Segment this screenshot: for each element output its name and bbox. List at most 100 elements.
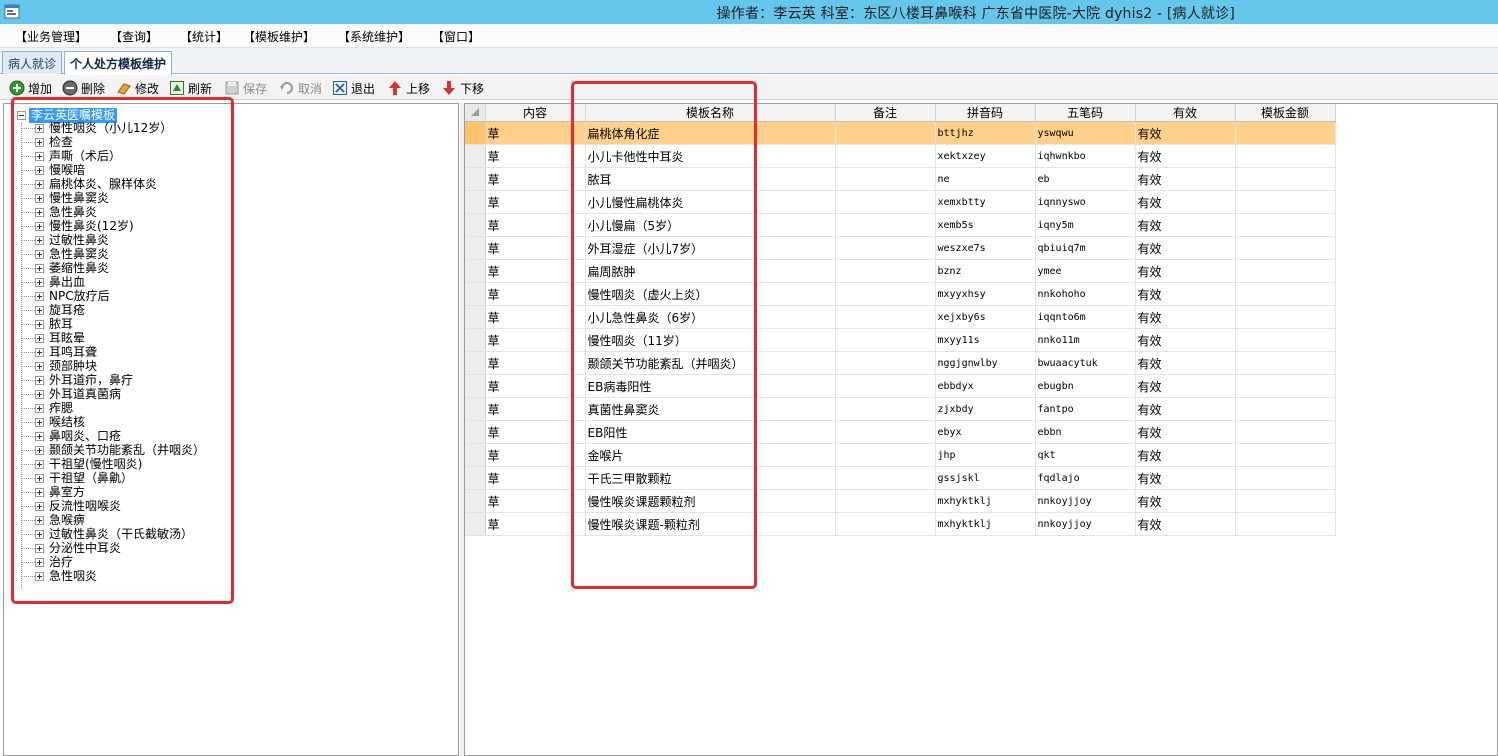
add-button[interactable]: 增加	[9, 79, 52, 97]
expand-icon[interactable]	[35, 375, 44, 385]
cell-content[interactable]: 草	[485, 443, 586, 467]
cell-wubi-code[interactable]: yswqwu	[1035, 121, 1136, 145]
row-header-cell[interactable]	[465, 144, 486, 168]
tree-node[interactable]: 慢性咽炎（小儿12岁）	[22, 121, 172, 135]
row-header-cell[interactable]	[465, 443, 486, 467]
cell-template-name[interactable]: 真菌性鼻窦炎	[585, 397, 836, 421]
cell-valid[interactable]: 有效	[1135, 259, 1236, 283]
tree-node[interactable]: 扁桃体炎、腺样体炎	[22, 177, 157, 191]
row-header-cell[interactable]	[465, 374, 486, 398]
cell-pinyin-code[interactable]: nggjgnwlby	[935, 351, 1036, 375]
cell-remark[interactable]	[835, 374, 936, 398]
table-row[interactable]: 草小儿慢扁（5岁） xemb5s iqny5m 有效	[465, 213, 1336, 237]
cell-wubi-code[interactable]: nnko11m	[1035, 328, 1136, 352]
cell-template-amount[interactable]	[1235, 167, 1336, 191]
cell-wubi-code[interactable]: eb	[1035, 167, 1136, 191]
cell-valid[interactable]: 有效	[1135, 167, 1236, 191]
cell-template-amount[interactable]	[1235, 420, 1336, 444]
row-header-cell[interactable]	[465, 466, 486, 490]
expand-icon[interactable]	[35, 123, 44, 133]
cell-pinyin-code[interactable]: ebyx	[935, 420, 1036, 444]
cell-valid[interactable]: 有效	[1135, 351, 1236, 375]
cell-template-amount[interactable]	[1235, 466, 1336, 490]
tree-node[interactable]: 外耳道疖，鼻疔	[22, 373, 133, 387]
exit-button[interactable]: 退出	[332, 79, 375, 97]
tree-node[interactable]: 急性鼻窦炎	[22, 247, 109, 261]
cell-wubi-code[interactable]: ebugbn	[1035, 374, 1136, 398]
menu-business[interactable]: 【业务管理】	[15, 28, 87, 45]
expand-icon[interactable]	[35, 235, 44, 245]
cell-valid[interactable]: 有效	[1135, 443, 1236, 467]
col-header-content[interactable]: 内容	[485, 104, 586, 122]
cell-pinyin-code[interactable]: xejxby6s	[935, 305, 1036, 329]
cell-wubi-code[interactable]: ymee	[1035, 259, 1136, 283]
cell-wubi-code[interactable]: nnkohoho	[1035, 282, 1136, 306]
tree-node[interactable]: 脓耳	[22, 317, 73, 331]
cell-template-name[interactable]: 慢性咽炎（11岁）	[585, 328, 836, 352]
cell-content[interactable]: 草	[485, 328, 586, 352]
cell-wubi-code[interactable]: fqdlajo	[1035, 466, 1136, 490]
col-header-wubi-code[interactable]: 五笔码	[1035, 104, 1136, 122]
cell-template-name[interactable]: EB阳性	[585, 420, 836, 444]
expand-icon[interactable]	[35, 249, 44, 259]
expand-icon[interactable]	[35, 529, 44, 539]
cell-content[interactable]: 草	[485, 144, 586, 168]
cell-valid[interactable]: 有效	[1135, 144, 1236, 168]
expand-icon[interactable]	[35, 291, 44, 301]
cell-wubi-code[interactable]: nnkoyjjoy	[1035, 489, 1136, 513]
table-row[interactable]: 草外耳湿症（小儿7岁） weszxe7s qbiuiq7m 有效	[465, 236, 1336, 260]
cell-remark[interactable]	[835, 213, 936, 237]
cell-valid[interactable]: 有效	[1135, 328, 1236, 352]
cell-wubi-code[interactable]: ebbn	[1035, 420, 1136, 444]
tree-node[interactable]: 鼻室方	[22, 485, 85, 499]
cell-content[interactable]: 草	[485, 305, 586, 329]
tree-node[interactable]: 分泌性中耳炎	[22, 541, 121, 555]
cell-pinyin-code[interactable]: xemb5s	[935, 213, 1036, 237]
cell-template-amount[interactable]	[1235, 328, 1336, 352]
expand-icon[interactable]	[35, 487, 44, 497]
cell-remark[interactable]	[835, 282, 936, 306]
cell-remark[interactable]	[835, 121, 936, 145]
cell-template-amount[interactable]	[1235, 190, 1336, 214]
expand-icon[interactable]	[35, 445, 44, 455]
tree-node[interactable]: 过敏性鼻炎	[22, 233, 109, 247]
cell-remark[interactable]	[835, 351, 936, 375]
cell-valid[interactable]: 有效	[1135, 374, 1236, 398]
cell-valid[interactable]: 有效	[1135, 236, 1236, 260]
table-row[interactable]: 草小儿卡他性中耳炎 xektxzey iqhwnkbo 有效	[465, 144, 1336, 168]
cell-template-amount[interactable]	[1235, 305, 1336, 329]
expand-icon[interactable]	[35, 347, 44, 357]
cell-template-amount[interactable]	[1235, 512, 1336, 536]
table-row[interactable]: 草慢性喉炎课题-颗粒剂 mxhyktklj nnkoyjjoy 有效	[465, 512, 1336, 536]
cell-pinyin-code[interactable]: jhp	[935, 443, 1036, 467]
table-row[interactable]: 草金喉片 jhp qkt 有效	[465, 443, 1336, 467]
expand-icon[interactable]	[35, 459, 44, 469]
cell-content[interactable]: 草	[485, 167, 586, 191]
cell-template-name[interactable]: 扁桃体角化症	[585, 121, 836, 145]
cell-remark[interactable]	[835, 397, 936, 421]
cell-pinyin-code[interactable]: ebbdyx	[935, 374, 1036, 398]
cell-template-amount[interactable]	[1235, 374, 1336, 398]
expand-icon[interactable]	[35, 571, 44, 581]
tree-node[interactable]: 旋耳疮	[22, 303, 85, 317]
cell-pinyin-code[interactable]: mxhyktklj	[935, 512, 1036, 536]
cell-remark[interactable]	[835, 512, 936, 536]
cell-template-amount[interactable]	[1235, 259, 1336, 283]
col-header-pinyin-code[interactable]: 拼音码	[935, 104, 1036, 122]
cell-valid[interactable]: 有效	[1135, 512, 1236, 536]
col-header-template-name[interactable]: 模板名称	[585, 104, 836, 122]
cell-pinyin-code[interactable]: weszxe7s	[935, 236, 1036, 260]
expand-icon[interactable]	[35, 305, 44, 315]
delete-button[interactable]: 删除	[62, 79, 105, 97]
row-header-cell[interactable]	[465, 190, 486, 214]
save-button[interactable]: 保存	[224, 79, 267, 97]
cell-remark[interactable]	[835, 236, 936, 260]
tab-personal-prescription-template[interactable]: 个人处方模板维护	[64, 51, 173, 75]
cell-content[interactable]: 草	[485, 259, 586, 283]
expand-icon[interactable]	[35, 165, 44, 175]
refresh-button[interactable]: 刷新	[169, 79, 212, 97]
cell-remark[interactable]	[835, 443, 936, 467]
expand-icon[interactable]	[35, 417, 44, 427]
cell-remark[interactable]	[835, 167, 936, 191]
tree-node[interactable]: 过敏性鼻炎（干氏截敏汤）	[22, 527, 193, 541]
